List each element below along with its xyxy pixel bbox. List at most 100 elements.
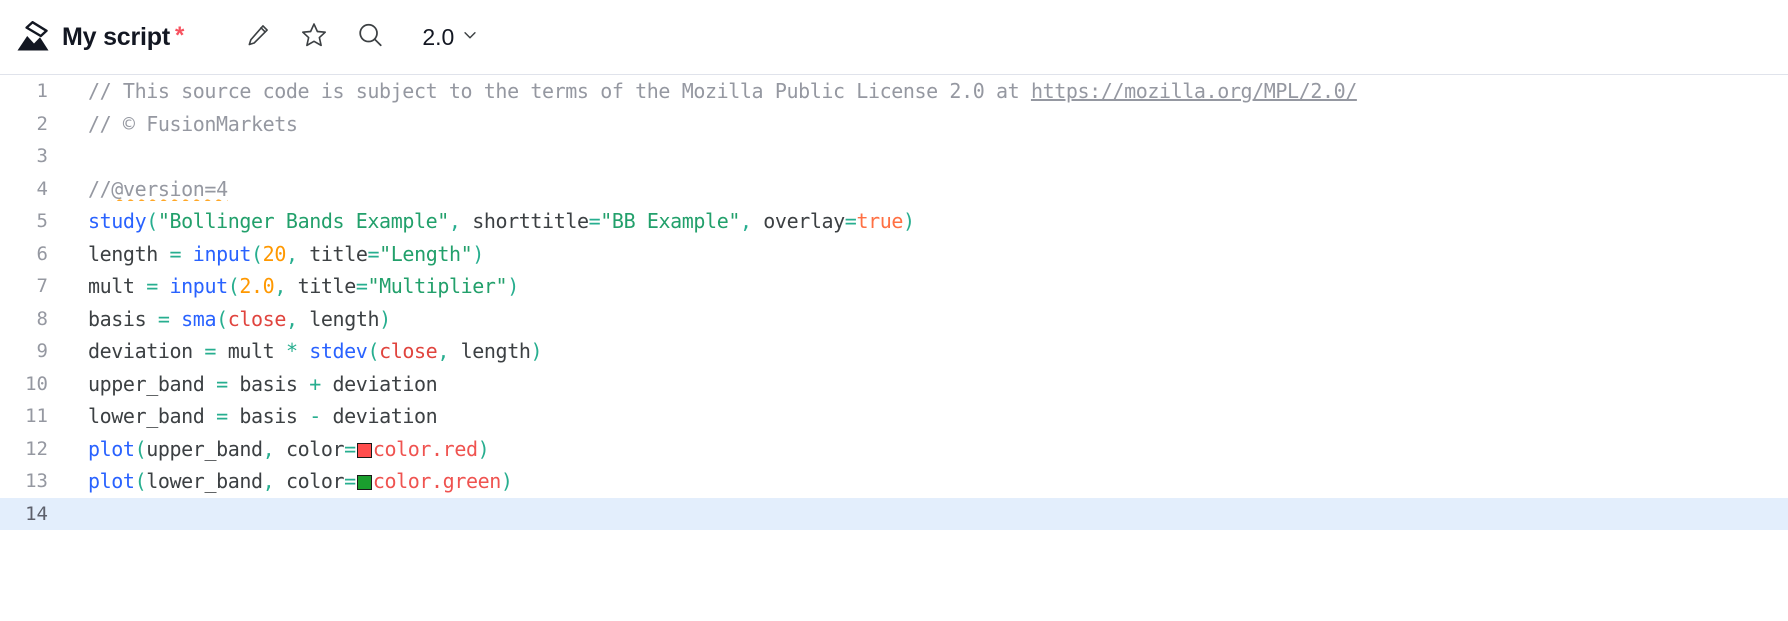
token-punct: , bbox=[739, 209, 764, 234]
token-operator: - bbox=[309, 404, 321, 429]
line-content[interactable]: upper_band = basis + deviation bbox=[62, 372, 1788, 396]
token-variable: length bbox=[88, 241, 170, 266]
color-swatch-red[interactable] bbox=[356, 442, 372, 458]
token-punct: , bbox=[285, 306, 298, 331]
code-line-8[interactable]: 8 basis = sma(close, length) bbox=[0, 303, 1788, 336]
token-punct: ) bbox=[379, 306, 391, 331]
token-function: stdev bbox=[297, 339, 368, 364]
pine-version-selector[interactable]: 2.0 bbox=[414, 18, 487, 57]
token-punct: ( bbox=[227, 274, 240, 299]
token-variable: lower_band bbox=[146, 469, 263, 494]
token-param: title bbox=[309, 241, 368, 266]
token-punct: ( bbox=[146, 209, 158, 234]
token-punct: , bbox=[262, 469, 275, 494]
token-function: plot bbox=[88, 436, 135, 461]
line-content[interactable]: basis = sma(close, length) bbox=[62, 307, 1788, 331]
line-content[interactable]: // © FusionMarkets bbox=[62, 112, 1788, 136]
line-content[interactable]: plot(lower_band, color= color.green) bbox=[62, 469, 1788, 493]
code-editor[interactable]: 1 // This source code is subject to the … bbox=[0, 75, 1788, 621]
code-line-2[interactable]: 2 // © FusionMarkets bbox=[0, 108, 1788, 141]
token-variable: upper_band bbox=[146, 436, 263, 461]
token-punct: , bbox=[274, 274, 298, 299]
script-title-group: My script * bbox=[62, 21, 185, 52]
token-function: plot bbox=[88, 469, 135, 494]
star-icon bbox=[300, 21, 328, 54]
code-line-1[interactable]: 1 // This source code is subject to the … bbox=[0, 75, 1788, 108]
pine-version-label: 2.0 bbox=[422, 23, 455, 50]
token-number: 2.0 bbox=[239, 274, 275, 299]
line-content[interactable]: study("Bollinger Bands Example", shortti… bbox=[62, 209, 1788, 233]
search-script-button[interactable] bbox=[342, 9, 398, 65]
tradingview-mountain-logo bbox=[14, 18, 52, 56]
token-variable: mult bbox=[88, 274, 147, 299]
line-number: 3 bbox=[36, 145, 48, 168]
code-line-7[interactable]: 7 mult = input(2.0, title="Multiplier") bbox=[0, 270, 1788, 303]
token-operator: + bbox=[309, 371, 321, 396]
line-number: 10 bbox=[25, 372, 48, 395]
token-boolean: true bbox=[856, 209, 904, 234]
line-content[interactable]: plot(upper_band, color= color.red) bbox=[62, 437, 1788, 461]
line-number: 5 bbox=[36, 210, 48, 233]
code-line-6[interactable]: 6 length = input(20, title="Length") bbox=[0, 238, 1788, 271]
code-line-5[interactable]: 5 study("Bollinger Bands Example", short… bbox=[0, 205, 1788, 238]
token-operator: = bbox=[146, 274, 158, 299]
line-number: 2 bbox=[36, 112, 48, 135]
token-string: "Bollinger Bands Example" bbox=[157, 209, 449, 234]
token-variable: basis bbox=[88, 306, 158, 331]
line-number: 8 bbox=[36, 307, 48, 330]
token-punct: ) bbox=[472, 241, 484, 266]
script-title: My script bbox=[62, 22, 170, 51]
token-operator: = bbox=[344, 469, 356, 494]
token-comment: // bbox=[88, 176, 112, 201]
token-builtin: close bbox=[379, 339, 438, 364]
token-operator: = bbox=[216, 404, 228, 429]
token-operator: = bbox=[344, 436, 356, 461]
token-punct: ( bbox=[134, 469, 147, 494]
code-line-4[interactable]: 4 //@version=4 bbox=[0, 173, 1788, 206]
token-variable: deviation bbox=[320, 404, 438, 429]
token-string: "BB Example" bbox=[600, 209, 740, 234]
line-number: 9 bbox=[36, 340, 48, 363]
token-variable: upper_band bbox=[88, 371, 217, 396]
line-number: 6 bbox=[36, 242, 48, 265]
token-param: title bbox=[297, 274, 357, 299]
code-line-11[interactable]: 11 lower_band = basis - deviation bbox=[0, 400, 1788, 433]
token-url-link[interactable]: https://mozilla.org/MPL/2.0/ bbox=[1031, 79, 1357, 103]
token-function: sma bbox=[169, 306, 217, 331]
line-number: 12 bbox=[25, 437, 48, 460]
token-punct: ) bbox=[903, 209, 915, 234]
token-variable: mult bbox=[216, 339, 286, 364]
token-variable: deviation bbox=[88, 339, 205, 364]
token-variable: basis bbox=[227, 371, 310, 396]
rename-script-button[interactable] bbox=[230, 9, 286, 65]
code-line-9[interactable]: 9 deviation = mult * stdev(close, length… bbox=[0, 335, 1788, 368]
line-number: 11 bbox=[25, 405, 48, 428]
code-line-13[interactable]: 13 plot(lower_band, color= color.green) bbox=[0, 465, 1788, 498]
chevron-down-icon bbox=[461, 26, 479, 49]
code-line-10[interactable]: 10 upper_band = basis + deviation bbox=[0, 368, 1788, 401]
code-line-3[interactable]: 3 bbox=[0, 140, 1788, 173]
favorite-script-button[interactable] bbox=[286, 9, 342, 65]
token-variable: deviation bbox=[320, 371, 438, 396]
token-param: shorttitle bbox=[472, 209, 589, 234]
token-param: color bbox=[274, 469, 345, 494]
line-content[interactable]: //@version=4 bbox=[62, 177, 1788, 201]
line-content[interactable]: mult = input(2.0, title="Multiplier") bbox=[62, 274, 1788, 298]
token-param: color bbox=[274, 436, 345, 461]
code-line-14[interactable]: 14 bbox=[0, 497, 1788, 530]
color-swatch-green[interactable] bbox=[356, 475, 372, 491]
unsaved-changes-marker: * bbox=[174, 21, 185, 49]
token-variable: lower_band bbox=[88, 404, 217, 429]
token-operator: = bbox=[588, 209, 601, 234]
token-string: "Multiplier" bbox=[367, 274, 508, 299]
line-number: 4 bbox=[36, 177, 48, 200]
line-content[interactable]: lower_band = basis - deviation bbox=[62, 404, 1788, 428]
line-content[interactable]: // This source code is subject to the te… bbox=[62, 79, 1788, 103]
line-content[interactable]: length = input(20, title="Length") bbox=[62, 242, 1788, 266]
token-comment: // This source code is subject to the te… bbox=[88, 79, 1031, 104]
token-punct: ( bbox=[251, 241, 263, 266]
line-content[interactable]: deviation = mult * stdev(close, length) bbox=[62, 339, 1788, 363]
code-line-12[interactable]: 12 plot(upper_band, color= color.red) bbox=[0, 433, 1788, 466]
token-punct: , bbox=[262, 436, 275, 461]
header-actions: 2.0 bbox=[230, 9, 487, 65]
